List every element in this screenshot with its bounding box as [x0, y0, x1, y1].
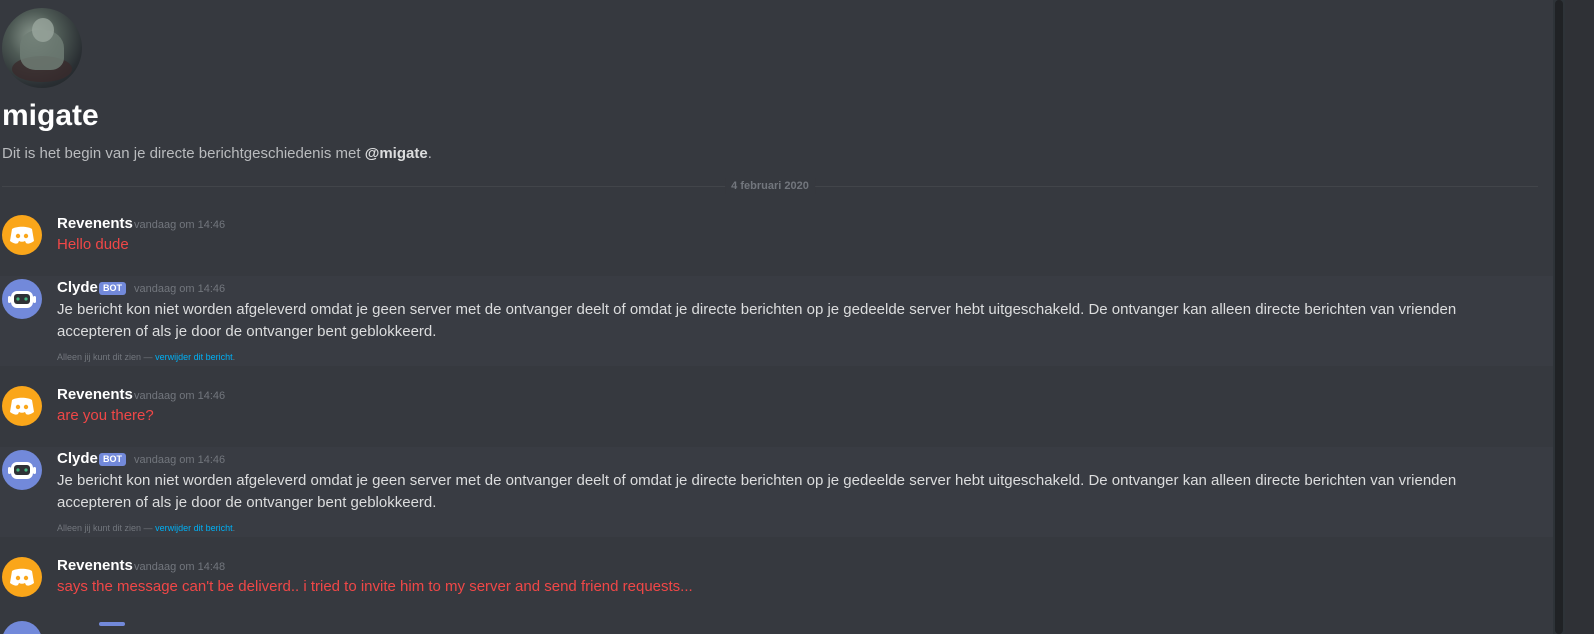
message-timestamp: vandaag om 14:46 [134, 219, 226, 231]
message-item[interactable]: Clyde BOT vandaag om 14:46 Je bericht ko… [0, 276, 1553, 366]
bot-tag: BOT [99, 453, 126, 466]
discord-logo-icon[interactable] [2, 386, 42, 426]
discord-logo-icon[interactable] [2, 557, 42, 597]
ephemeral-note: Alleen jij kunt dit zien — verwijder dit… [57, 523, 236, 533]
message-timestamp: vandaag om 14:46 [134, 283, 226, 295]
ephemeral-note: Alleen jij kunt dit zien — verwijder dit… [57, 352, 236, 362]
message-author[interactable]: Revenents [57, 214, 133, 234]
message-content: Je bericht kon niet worden afgeleverd om… [57, 472, 1457, 511]
message-item-partial[interactable] [0, 618, 1553, 634]
message-author[interactable]: Clyde [57, 278, 98, 298]
message-timestamp: vandaag om 14:48 [134, 561, 226, 573]
delete-message-link[interactable]: verwijder dit bericht [155, 352, 233, 362]
dm-intro-text: Dit is het begin van je directe berichtg… [2, 145, 432, 162]
message-content: Je bericht kon niet worden afgeleverd om… [57, 301, 1457, 340]
message-item[interactable]: Clyde BOT vandaag om 14:46 Je bericht ko… [0, 447, 1553, 537]
clyde-robot-icon[interactable] [2, 279, 42, 319]
message-item[interactable]: Revenents vandaag om 14:48 says the mess… [0, 554, 1553, 604]
recipient-avatar[interactable] [2, 8, 82, 88]
member-list-edge [1565, 0, 1594, 634]
recipient-mention[interactable]: @migate [365, 145, 428, 162]
discord-logo-icon[interactable] [2, 215, 42, 255]
message-item[interactable]: Revenents vandaag om 14:46 Hello dude [0, 212, 1553, 262]
delete-message-link[interactable]: verwijder dit bericht [155, 523, 233, 533]
message-timestamp: vandaag om 14:46 [134, 390, 226, 402]
message-author[interactable]: Revenents [57, 556, 133, 576]
dm-recipient-name: migate [2, 99, 99, 132]
bot-tag [99, 622, 125, 626]
message-content: Hello dude [57, 236, 129, 253]
message-content: are you there? [57, 407, 154, 424]
message-timestamp: vandaag om 14:46 [134, 454, 226, 466]
message-item[interactable]: Revenents vandaag om 14:46 are you there… [0, 383, 1553, 433]
message-author[interactable]: Revenents [57, 385, 133, 405]
bot-tag: BOT [99, 282, 126, 295]
scrollbar-thumb[interactable] [1555, 0, 1563, 634]
date-divider-label: 4 februari 2020 [725, 178, 815, 194]
message-content: says the message can't be deliverd.. i t… [57, 578, 693, 595]
clyde-robot-icon[interactable] [2, 450, 42, 490]
clyde-robot-icon[interactable] [2, 621, 42, 634]
message-author[interactable]: Clyde [57, 449, 98, 469]
